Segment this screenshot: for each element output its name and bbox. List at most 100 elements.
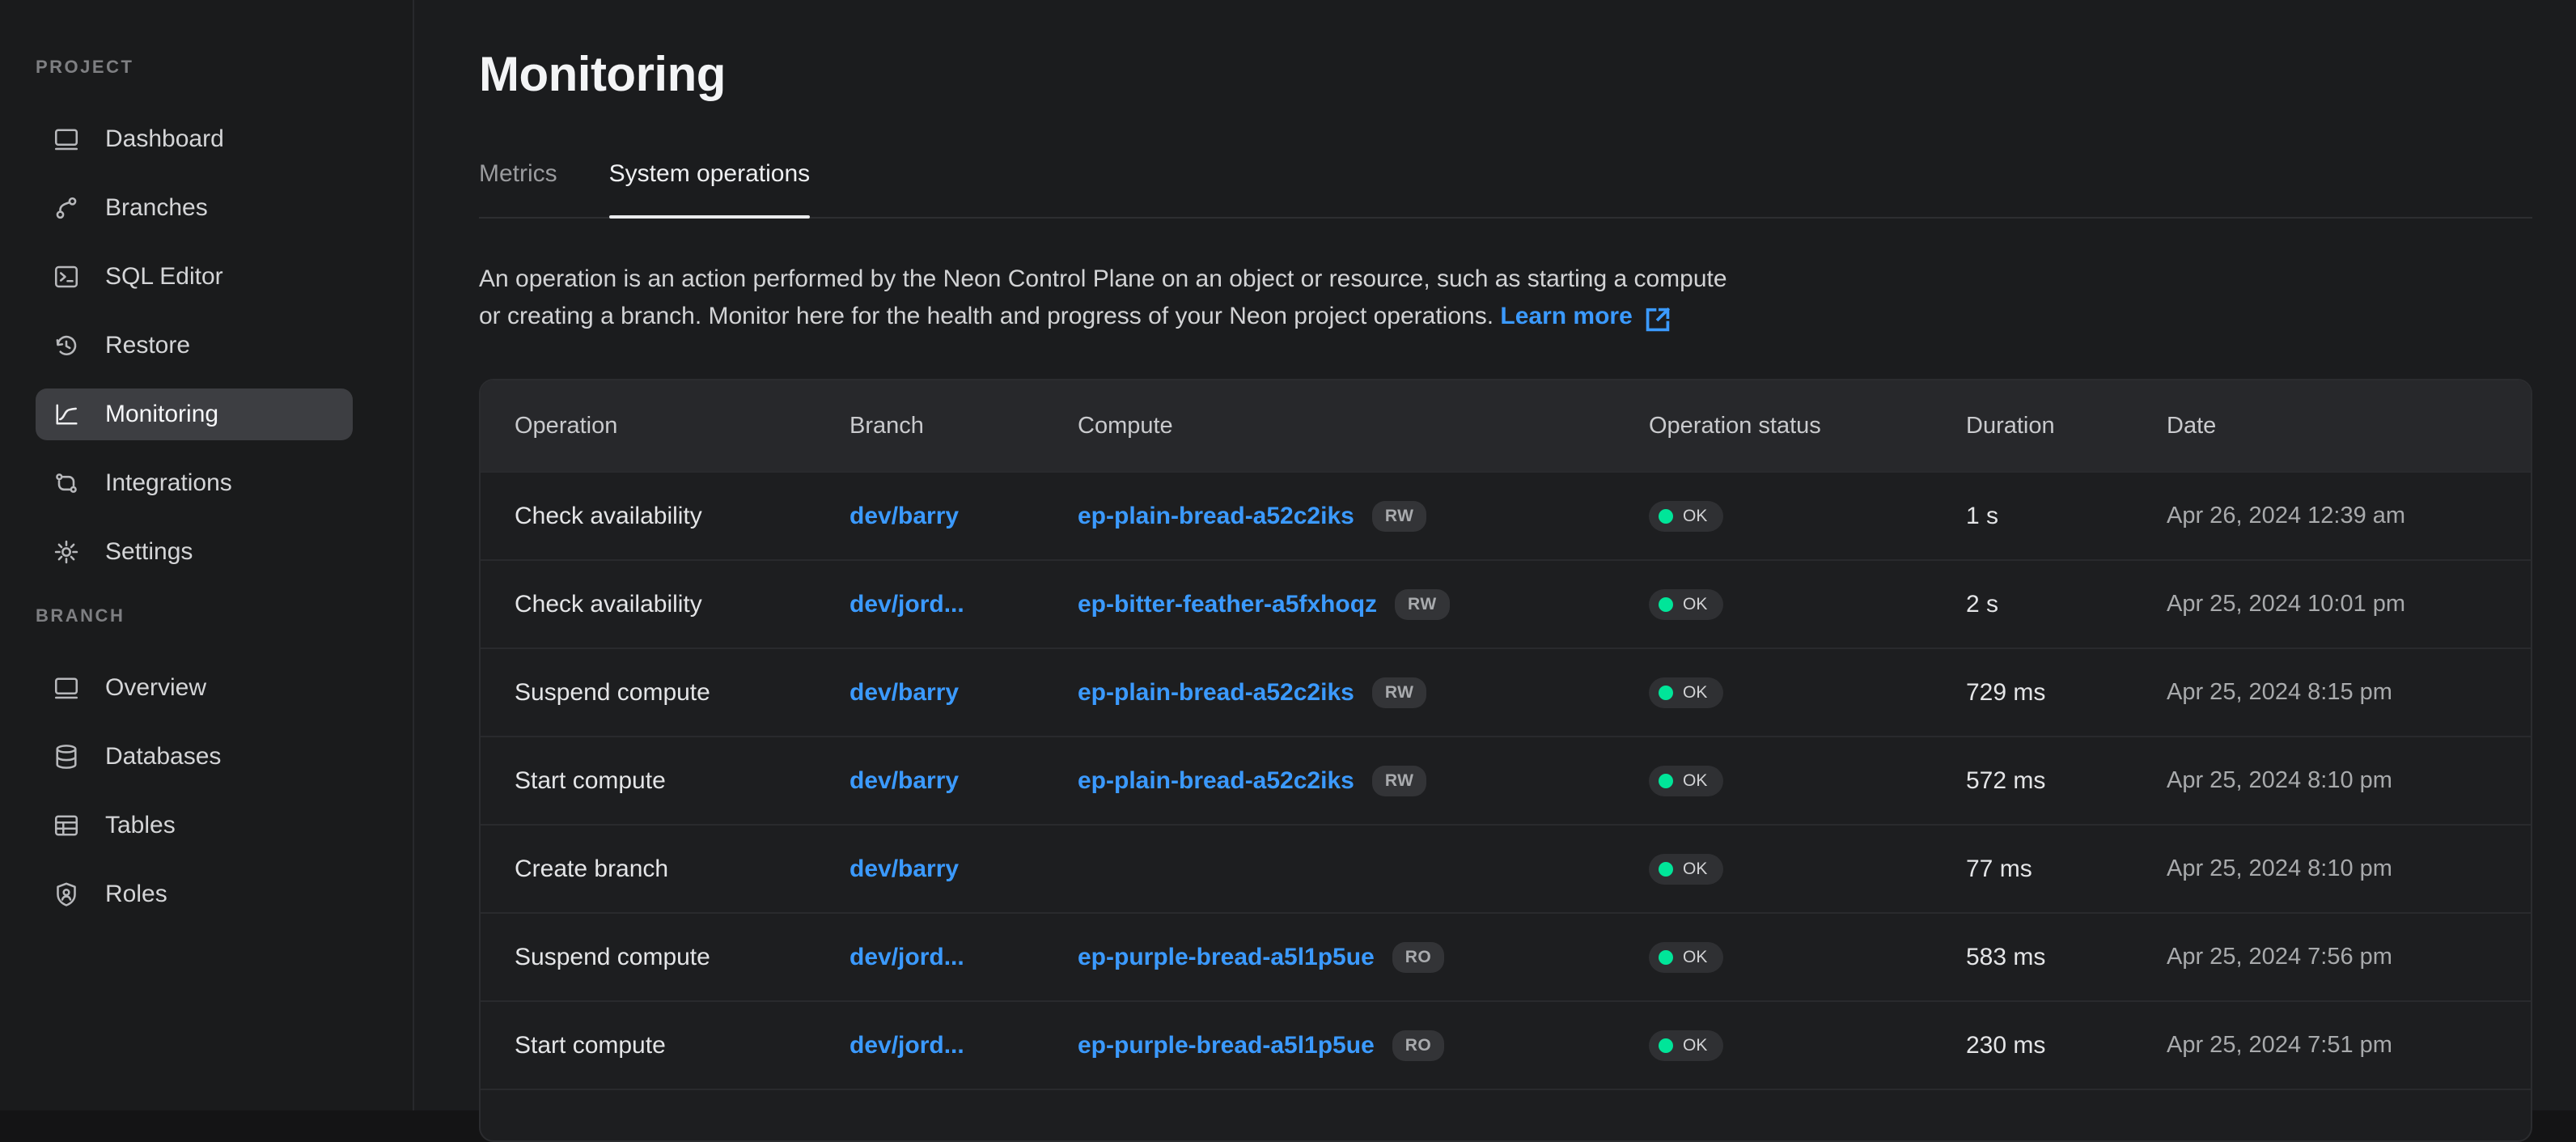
status-ok-dot [1659, 1038, 1673, 1053]
table-row: Suspend computedev/jord... ep-purple-brea… [481, 912, 2531, 1000]
status-badge: OK [1649, 589, 1723, 620]
sidebar-section-label-project: PROJECT [36, 57, 413, 78]
sidebar-item-label: Settings [105, 538, 193, 566]
cell-compute: ep-plain-bread-a52c2iks RW [1078, 677, 1649, 708]
tab-metrics[interactable]: Metrics [479, 159, 557, 217]
cell-date: Apr 25, 2024 8:10 pm [2167, 855, 2531, 882]
main-content: Monitoring Metrics System operations An … [414, 0, 2576, 1110]
branch-link[interactable]: dev/barry [849, 503, 959, 529]
sidebar-item-monitoring[interactable]: Monitoring [36, 388, 353, 440]
cell-date: Apr 25, 2024 10:01 pm [2167, 591, 2531, 618]
cell-duration: 77 ms [1966, 855, 2167, 883]
header-cell-date: Date [2167, 413, 2531, 439]
table-header: Operation Branch Compute Operation statu… [481, 380, 2531, 471]
tab-system-operations[interactable]: System operations [609, 159, 810, 217]
status-label: OK [1683, 860, 1707, 879]
header-cell-duration: Duration [1966, 413, 2167, 439]
cell-date: Apr 25, 2024 8:15 pm [2167, 679, 2531, 706]
sidebar-item-overview[interactable]: Overview [36, 662, 353, 714]
compute-access-badge: RW [1372, 677, 1427, 708]
external-link-icon [1641, 303, 1675, 337]
sidebar-item-label: Branches [105, 194, 208, 222]
status-label: OK [1683, 595, 1707, 614]
branch-link[interactable]: dev/barry [849, 855, 959, 882]
status-badge: OK [1649, 766, 1723, 796]
integrations-icon [52, 469, 81, 498]
compute-access-badge: RW [1372, 501, 1427, 532]
branch-link[interactable]: dev/barry [849, 767, 959, 794]
sidebar-item-label: Databases [105, 743, 221, 771]
sidebar-item-label: SQL Editor [105, 263, 223, 291]
cell-compute: ep-plain-bread-a52c2iks RW [1078, 766, 1649, 796]
sidebar-item-label: Monitoring [105, 401, 218, 428]
compute-link[interactable]: ep-plain-bread-a52c2iks [1078, 767, 1354, 795]
compute-link[interactable]: ep-purple-bread-a5l1p5ue [1078, 1032, 1375, 1059]
cell-duration: 583 ms [1966, 944, 2167, 971]
table-row: Check availabilitydev/barry ep-plain-brea… [481, 471, 2531, 559]
cell-duration: 1 s [1966, 503, 2167, 530]
settings-icon [52, 537, 81, 567]
status-badge: OK [1649, 677, 1723, 708]
cell-compute: ep-plain-bread-a52c2iks RW [1078, 501, 1649, 532]
sidebar-item-settings[interactable]: Settings [36, 526, 353, 578]
cell-operation: Start compute [515, 1032, 849, 1059]
cell-operation: Check availability [515, 503, 849, 530]
compute-link[interactable]: ep-bitter-feather-a5fxhoqz [1078, 591, 1377, 618]
compute-link[interactable]: ep-plain-bread-a52c2iks [1078, 503, 1354, 530]
sidebar-item-dashboard[interactable]: Dashboard [36, 113, 353, 165]
status-label: OK [1683, 507, 1707, 526]
sidebar-section-label-branch: BRANCH [36, 605, 413, 626]
cell-operation: Create branch [515, 855, 849, 883]
sidebar-item-integrations[interactable]: Integrations [36, 457, 353, 509]
branch-link[interactable]: dev/jord... [849, 591, 964, 618]
status-ok-dot [1659, 509, 1673, 524]
status-ok-dot [1659, 950, 1673, 965]
compute-link[interactable]: ep-plain-bread-a52c2iks [1078, 679, 1354, 707]
sidebar-item-tables[interactable]: Tables [36, 800, 353, 851]
sidebar-item-label: Restore [105, 332, 190, 359]
branch-link[interactable]: dev/barry [849, 679, 959, 706]
learn-more-link[interactable]: Learn more [1500, 298, 1674, 335]
compute-access-badge: RO [1392, 942, 1445, 973]
cell-compute: ep-purple-bread-a5l1p5ue RO [1078, 1030, 1649, 1061]
compute-link[interactable]: ep-purple-bread-a5l1p5ue [1078, 944, 1375, 971]
status-ok-dot [1659, 597, 1673, 612]
sidebar-item-restore[interactable]: Restore [36, 320, 353, 371]
cell-operation: Start compute [515, 767, 849, 795]
sql-editor-icon [52, 262, 81, 291]
cell-date: Apr 25, 2024 7:51 pm [2167, 1032, 2531, 1059]
sidebar-item-label: Overview [105, 674, 206, 702]
compute-access-badge: RW [1372, 766, 1427, 796]
status-label: OK [1683, 1036, 1707, 1055]
table-row: Check availabilitydev/jord... ep-bitter-f… [481, 559, 2531, 647]
sidebar-item-roles[interactable]: Roles [36, 868, 353, 920]
table-row: Create branchdev/barry OK 77 msApr 25, 202… [481, 824, 2531, 912]
cell-operation: Check availability [515, 591, 849, 618]
cell-operation: Suspend compute [515, 679, 849, 707]
tab-bar: Metrics System operations [479, 159, 2532, 219]
databases-icon [52, 742, 81, 771]
status-badge: OK [1649, 854, 1723, 885]
status-badge: OK [1649, 942, 1723, 973]
sidebar-item-branches[interactable]: Branches [36, 182, 353, 234]
sidebar-item-label: Tables [105, 812, 176, 839]
cell-compute: ep-purple-bread-a5l1p5ue RO [1078, 942, 1649, 973]
sidebar-item-databases[interactable]: Databases [36, 731, 353, 783]
table-row: Suspend computedev/barry ep-plain-bread-a… [481, 647, 2531, 736]
status-label: OK [1683, 683, 1707, 703]
status-label: OK [1683, 771, 1707, 791]
branch-link[interactable]: dev/jord... [849, 1032, 964, 1059]
cell-duration: 2 s [1966, 591, 2167, 618]
overview-icon [52, 673, 81, 703]
table-next-row-partial [481, 1089, 2531, 1140]
header-cell-operation: Operation [515, 413, 849, 439]
compute-access-badge: RO [1392, 1030, 1445, 1061]
branch-link[interactable]: dev/jord... [849, 944, 964, 970]
page-title: Monitoring [479, 44, 2532, 105]
cell-operation: Suspend compute [515, 944, 849, 971]
status-badge: OK [1649, 501, 1723, 532]
dashboard-icon [52, 125, 81, 154]
cell-date: Apr 26, 2024 12:39 am [2167, 503, 2531, 529]
sidebar-item-sql-editor[interactable]: SQL Editor [36, 251, 353, 303]
status-ok-dot [1659, 862, 1673, 877]
